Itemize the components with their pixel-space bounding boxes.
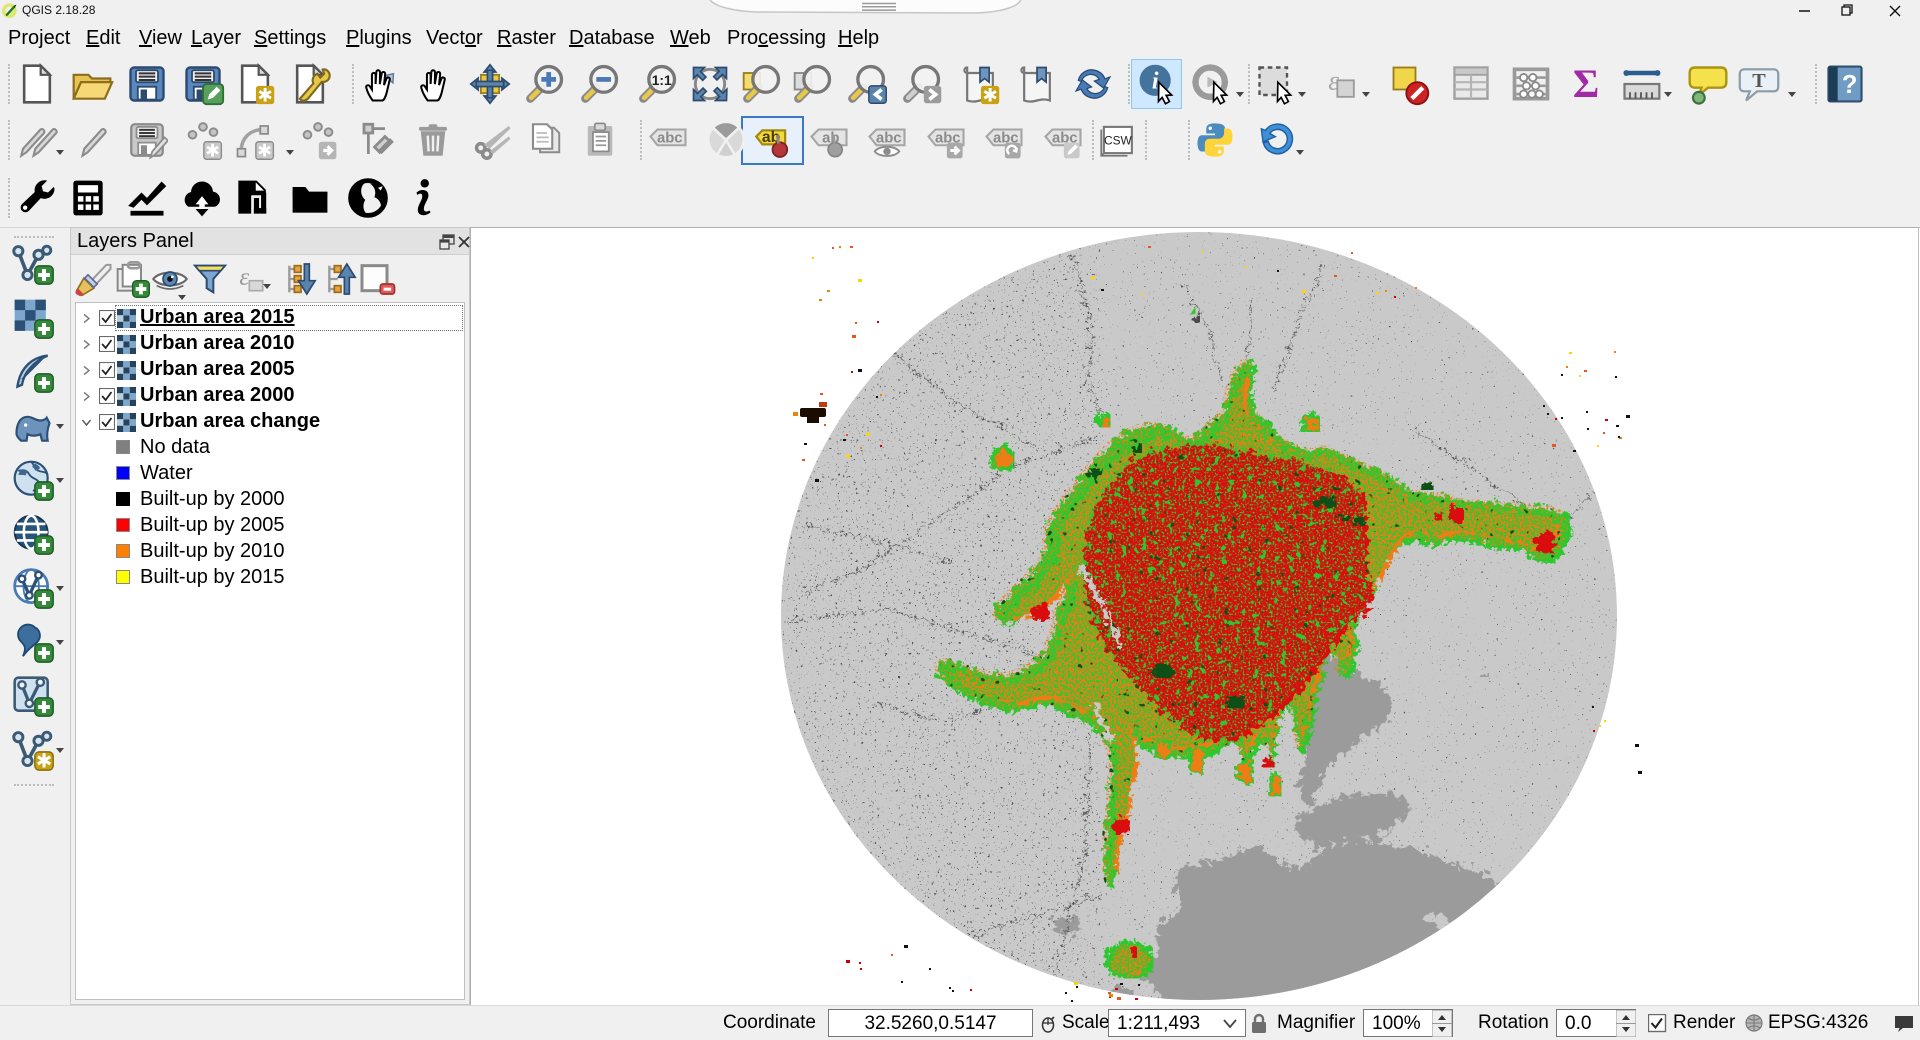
svg-text:T: T xyxy=(1752,70,1766,92)
svg-text:CSW: CSW xyxy=(1104,133,1133,147)
svg-text:✱: ✱ xyxy=(36,751,52,772)
svg-text:1:1: 1:1 xyxy=(652,73,672,88)
svg-text:✱: ✱ xyxy=(257,84,272,105)
svg-text:Σ: Σ xyxy=(1573,62,1599,106)
svg-text:✱: ✱ xyxy=(205,141,220,161)
svg-text:i: i xyxy=(1152,69,1159,95)
svg-text:abc: abc xyxy=(657,131,683,147)
svg-text:✱: ✱ xyxy=(982,84,997,105)
svg-text:abc: abc xyxy=(876,131,902,147)
svg-text:✱: ✱ xyxy=(257,141,272,161)
svg-text:ε: ε xyxy=(239,264,249,291)
svg-text:?: ? xyxy=(1842,71,1858,99)
